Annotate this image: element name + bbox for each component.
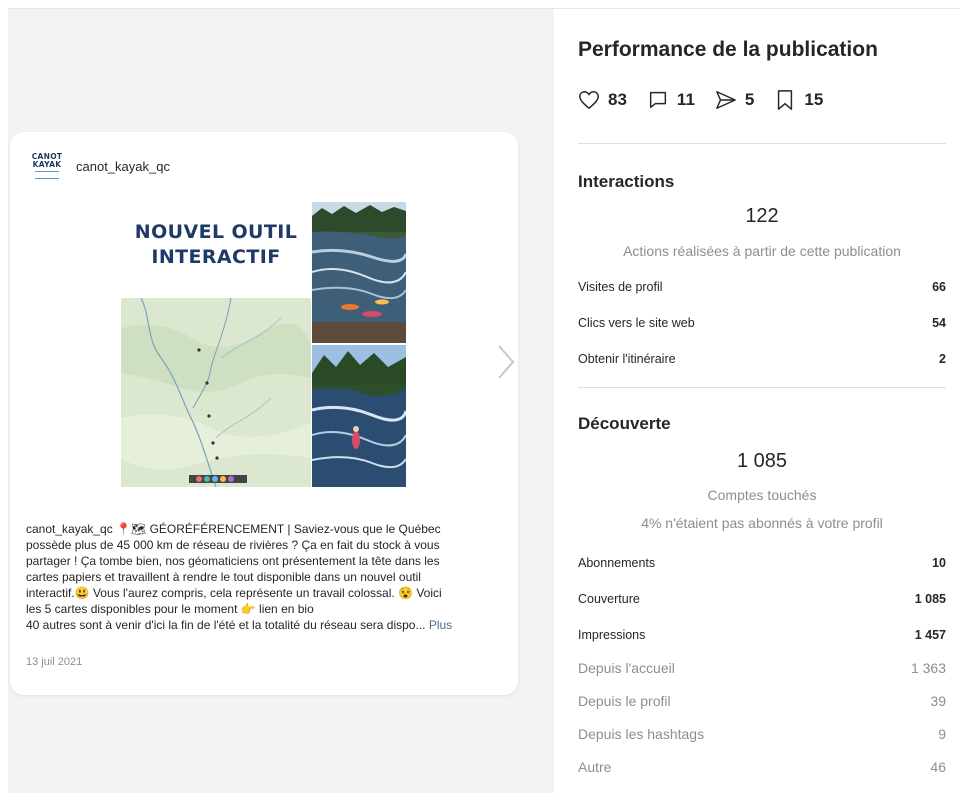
discovery-subtitle: Comptes touchés xyxy=(707,487,817,503)
caption-line: les 5 cartes disponibles pour le moment … xyxy=(26,602,314,616)
comments-metric[interactable]: 11 xyxy=(647,89,695,111)
stat-value: 1 085 xyxy=(914,592,946,606)
stat-label: Visites de profil xyxy=(578,280,663,294)
caption-line: interactif.😃 Vous l'aurez compris, cela … xyxy=(26,586,442,600)
likes-count: 83 xyxy=(608,90,627,109)
kayak-photo-1 xyxy=(312,202,406,343)
interactions-title: Interactions xyxy=(578,172,675,191)
saves-metric[interactable]: 15 xyxy=(774,89,823,111)
stat-label: Obtenir l'itinéraire xyxy=(578,352,676,366)
source-value: 46 xyxy=(930,759,946,775)
caption-text: 📍🗺 GÉORÉFÉRENCEMENT | Saviez-vous que le… xyxy=(116,522,441,536)
source-value: 39 xyxy=(930,693,946,709)
caption-username[interactable]: canot_kayak_qc xyxy=(26,522,113,536)
stat-row: Impressions 1 457 xyxy=(578,628,946,642)
image-headline-line-2: INTERACTIF xyxy=(151,246,281,268)
stat-value: 2 xyxy=(939,352,946,366)
divider xyxy=(578,387,946,388)
avatar-text-line-2: KAYAK xyxy=(32,160,62,169)
caption-line: partager ! Ça tombe bien, nos géomaticie… xyxy=(26,554,440,568)
more-link[interactable]: Plus xyxy=(429,618,452,632)
stat-label: Clics vers le site web xyxy=(578,316,695,330)
share-icon xyxy=(716,91,736,109)
kayak-photo-2 xyxy=(312,345,406,487)
likes-metric[interactable]: 83 xyxy=(578,89,627,111)
caption-line: possède plus de 45 000 km de réseau de r… xyxy=(26,538,440,552)
interactions-total: 122 xyxy=(745,205,779,227)
caption-line: 40 autres sont à venir d'ici la fin de l… xyxy=(26,617,506,633)
stat-label: Couverture xyxy=(578,592,640,606)
bookmark-icon xyxy=(778,90,793,110)
wave-icon xyxy=(35,171,59,179)
source-row: Depuis les hashtags 9 xyxy=(578,726,946,742)
stat-row: Visites de profil 66 xyxy=(578,280,946,294)
caption-line: cartes papiers et travaillent à rendre l… xyxy=(26,570,421,584)
source-row: Depuis le profil 39 xyxy=(578,693,946,709)
post-date: 13 juil 2021 xyxy=(26,656,83,668)
shares-metric[interactable]: 5 xyxy=(715,89,754,111)
stat-value: 66 xyxy=(932,280,946,294)
stat-row: Clics vers le site web 54 xyxy=(578,316,946,330)
interactions-subtitle: Actions réalisées à partir de cette publ… xyxy=(623,243,901,259)
source-value: 1 363 xyxy=(910,660,946,676)
discovery-title: Découverte xyxy=(578,414,671,433)
stat-row: Obtenir l'itinéraire 2 xyxy=(578,352,946,366)
source-row: Autre 46 xyxy=(578,759,946,775)
post-header: CANOT KAYAK canot_kayak_qc xyxy=(32,152,170,180)
stat-value: 10 xyxy=(932,556,946,570)
post-caption: canot_kayak_qc 📍🗺 GÉORÉFÉRENCEMENT | Sav… xyxy=(26,521,506,633)
image-headline: NOUVEL OUTIL INTERACTIF xyxy=(121,220,311,270)
image-headline-line-1: NOUVEL OUTIL xyxy=(134,221,298,243)
shares-count: 5 xyxy=(744,90,755,109)
river-map-image xyxy=(121,298,311,487)
chevron-right-icon[interactable] xyxy=(496,344,516,380)
engagement-metrics: 83 11 5 15 xyxy=(578,89,843,111)
stat-label: Impressions xyxy=(578,628,646,642)
post-username[interactable]: canot_kayak_qc xyxy=(76,159,170,174)
comments-count: 11 xyxy=(676,90,695,109)
stat-value: 1 457 xyxy=(914,628,946,642)
source-row: Depuis l'accueil 1 363 xyxy=(578,660,946,676)
caption-line: canot_kayak_qc 📍🗺 GÉORÉFÉRENCEMENT | Sav… xyxy=(26,521,506,537)
stat-row: Couverture 1 085 xyxy=(578,592,946,606)
saves-count: 15 xyxy=(804,90,824,109)
stat-value: 54 xyxy=(932,316,946,330)
source-value: 9 xyxy=(938,726,946,742)
discovery-total: 1 085 xyxy=(736,450,788,472)
source-label: Depuis le profil xyxy=(578,693,671,709)
post-card: CANOT KAYAK canot_kayak_qc NOUVEL OUTIL … xyxy=(10,132,518,695)
stat-row: Abonnements 10 xyxy=(578,556,946,570)
top-divider xyxy=(8,8,959,9)
stat-label: Abonnements xyxy=(578,556,656,570)
divider xyxy=(578,143,946,144)
comment-icon xyxy=(649,91,666,109)
performance-title: Performance de la publication xyxy=(578,38,878,61)
discovery-note: 4% n'étaient pas abonnés à votre profil xyxy=(641,515,883,531)
post-image[interactable]: NOUVEL OUTIL INTERACTIF xyxy=(121,202,406,487)
source-label: Autre xyxy=(578,759,612,775)
caption-text: 40 autres sont à venir d'ici la fin de l… xyxy=(26,618,426,632)
heart-icon xyxy=(579,91,599,110)
source-label: Depuis l'accueil xyxy=(578,660,675,676)
avatar[interactable]: CANOT KAYAK xyxy=(32,151,62,181)
source-label: Depuis les hashtags xyxy=(578,726,705,742)
